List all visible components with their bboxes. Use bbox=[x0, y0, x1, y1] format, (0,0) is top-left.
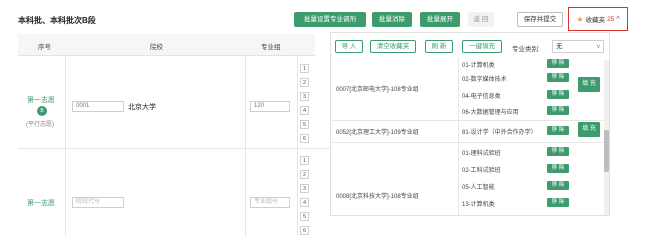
fav-major: 02-数字媒体技术 bbox=[462, 77, 507, 83]
fav-group-name: 0052[北京理工大学]-109专业组 bbox=[336, 130, 419, 136]
row-label: 第一志愿 bbox=[27, 97, 55, 104]
fav-major: 06-大数据管理与应用 bbox=[462, 110, 519, 116]
star-icon: ★ bbox=[576, 14, 584, 24]
major-slot-number: 2 bbox=[300, 78, 309, 87]
col-school: 院校 bbox=[150, 44, 163, 51]
table-header: 序号 院校 专业组 bbox=[18, 34, 315, 56]
major-slot-number: 2 bbox=[300, 170, 309, 179]
clear-favorites-button[interactable]: 清空收藏夹 bbox=[370, 40, 416, 53]
row-divider bbox=[332, 120, 604, 121]
col-order: 序号 bbox=[38, 44, 51, 51]
remove-major-button[interactable]: 移 除 bbox=[547, 59, 569, 68]
fill-button[interactable]: 填 充 bbox=[578, 77, 600, 92]
major-slot-number: 4 bbox=[300, 198, 309, 207]
remove-major-button[interactable]: 移 除 bbox=[547, 126, 569, 135]
import-button[interactable]: 导 入 bbox=[335, 40, 363, 53]
remove-major-button[interactable]: 移 除 bbox=[547, 73, 569, 82]
back-button[interactable]: 返 回 bbox=[468, 12, 494, 27]
col-divider bbox=[245, 56, 246, 236]
group-code-input[interactable]: 专业组号 bbox=[250, 197, 290, 208]
major-slot-number: 1 bbox=[300, 156, 309, 165]
col-divider bbox=[458, 57, 459, 215]
favorites-count: 25 bbox=[607, 15, 615, 23]
fav-major: 01-理科试验班 bbox=[462, 151, 501, 157]
major-slot-number: 6 bbox=[300, 226, 309, 235]
category-value: 无 bbox=[556, 43, 563, 50]
fav-group-name: 0007[北京邮电大学]-108专业组 bbox=[336, 87, 419, 93]
batch-set-adjust-button[interactable]: 批量设置专业调剂 bbox=[294, 12, 366, 27]
major-slot-number: 3 bbox=[300, 184, 309, 193]
row-divider bbox=[332, 142, 604, 143]
refresh-button[interactable]: 刷 新 bbox=[425, 40, 453, 53]
batch-clear-button[interactable]: 批量消除 bbox=[372, 12, 412, 27]
school-code-input[interactable]: 院校代号 bbox=[72, 197, 124, 208]
category-label: 专业类别: bbox=[512, 46, 540, 53]
row-badge: B bbox=[37, 106, 47, 116]
major-slot-number: 5 bbox=[300, 212, 309, 221]
col-group: 专业组 bbox=[261, 44, 281, 51]
fill-button[interactable]: 填 充 bbox=[578, 122, 600, 137]
fav-group-name: 0008[北京科技大学]-108专业组 bbox=[336, 194, 419, 200]
remove-major-button[interactable]: 移 除 bbox=[547, 90, 569, 99]
one-click-fill-button[interactable]: 一键填充 bbox=[462, 40, 502, 53]
row-note: (平行志愿) bbox=[26, 122, 54, 128]
major-slot-number: 3 bbox=[300, 92, 309, 101]
major-slot-number: 4 bbox=[300, 106, 309, 115]
col-divider bbox=[297, 56, 298, 236]
fav-major: 05-人工智能 bbox=[462, 185, 495, 191]
remove-major-button[interactable]: 移 除 bbox=[547, 147, 569, 156]
col-divider bbox=[65, 56, 66, 236]
category-select[interactable]: 无v bbox=[552, 40, 604, 53]
remove-major-button[interactable]: 移 除 bbox=[547, 198, 569, 207]
major-slot-number: 6 bbox=[300, 134, 309, 143]
school-code-input[interactable]: 0001 bbox=[72, 101, 124, 112]
major-slot-number: 1 bbox=[300, 64, 309, 73]
fav-major: 13-计算机类 bbox=[462, 202, 495, 208]
remove-major-button[interactable]: 移 除 bbox=[547, 164, 569, 173]
group-code-input[interactable]: 120 bbox=[250, 101, 290, 112]
favorites-label: 收藏夹 bbox=[585, 17, 606, 24]
favorites-toggle[interactable]: ★ 收藏夹 25 ^ bbox=[568, 7, 628, 31]
chevron-down-icon: v bbox=[596, 43, 600, 50]
remove-major-button[interactable]: 移 除 bbox=[547, 106, 569, 115]
batch-expand-button[interactable]: 批量展开 bbox=[420, 12, 460, 27]
row-label: 第一志愿 bbox=[27, 200, 55, 207]
fav-major: 01-计算机类 bbox=[462, 63, 495, 69]
scrollbar-thumb[interactable] bbox=[604, 130, 609, 172]
major-slot-number: 5 bbox=[300, 120, 309, 129]
fav-major: 81-设计学（中外合作办学） bbox=[462, 130, 537, 136]
remove-major-button[interactable]: 移 除 bbox=[547, 181, 569, 190]
school-name: 北京大学 bbox=[128, 104, 156, 111]
fav-major: 02-工科试验班 bbox=[462, 168, 501, 174]
chevron-up-icon: ^ bbox=[616, 15, 620, 23]
fav-major: 04-电子信息类 bbox=[462, 94, 501, 100]
save-submit-button[interactable]: 保存并提交 bbox=[517, 12, 563, 27]
page-title: 本科批、本科批次B段 bbox=[18, 16, 96, 25]
